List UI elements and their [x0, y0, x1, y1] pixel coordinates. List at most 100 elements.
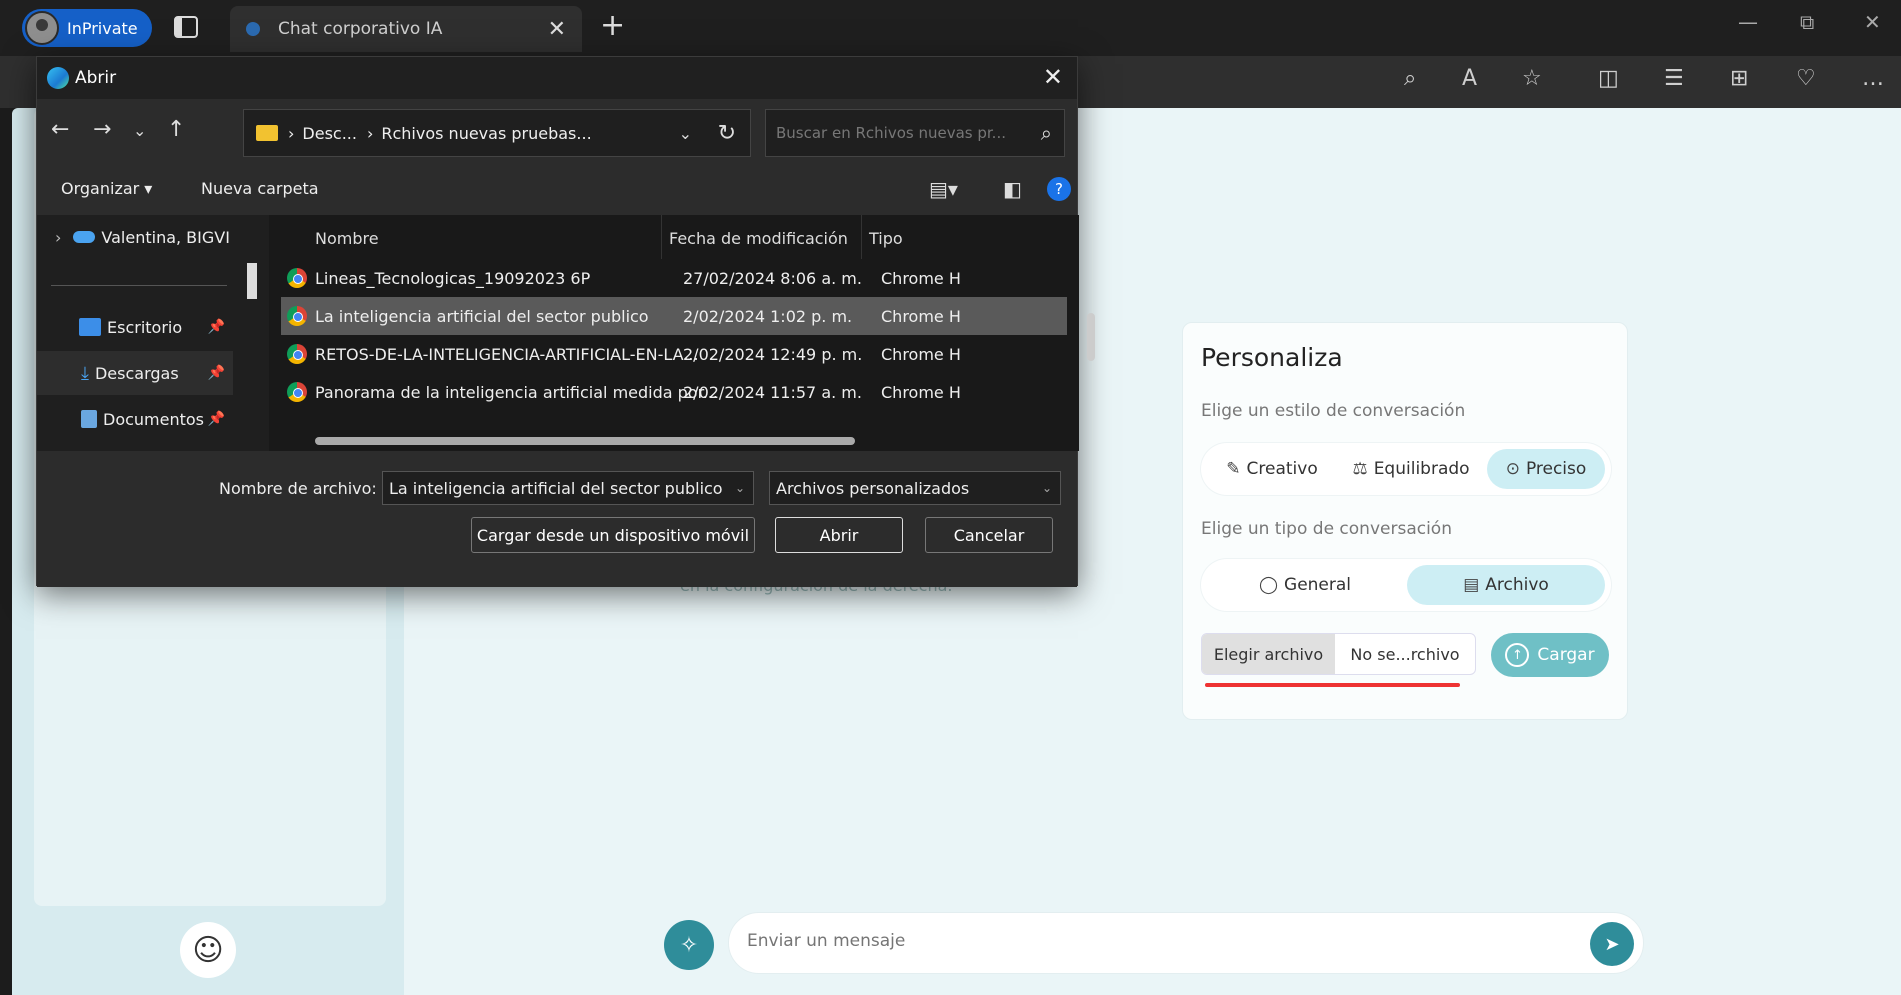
- forward-arrow-icon[interactable]: →: [93, 117, 111, 142]
- upload-label: Cargar: [1537, 645, 1595, 665]
- path-segment-rchivos[interactable]: Rchivos nuevas pruebas...: [381, 124, 591, 143]
- new-folder-button[interactable]: Nueva carpeta: [201, 179, 319, 198]
- browser-essentials-icon[interactable]: ♡: [1796, 66, 1816, 91]
- file-date: 2/02/2024 11:57 a. m.: [683, 383, 862, 402]
- file-row-selected[interactable]: La inteligencia artificial del sector pu…: [281, 297, 1067, 335]
- new-tab-button[interactable]: +: [600, 8, 625, 43]
- message-input[interactable]: [747, 931, 1547, 951]
- pin-icon: 📌: [207, 411, 225, 427]
- chat-bubble-icon: ◯: [1258, 575, 1279, 595]
- type-label: Elige un tipo de conversación: [1201, 519, 1452, 539]
- cancel-button[interactable]: Cancelar: [925, 517, 1053, 553]
- dialog-title: Abrir: [75, 68, 117, 88]
- column-header-date[interactable]: Fecha de modificación: [669, 229, 848, 248]
- personaliza-title: Personaliza: [1201, 343, 1343, 372]
- type-option-archivo[interactable]: ▤ Archivo: [1407, 565, 1605, 605]
- filetype-select[interactable]: Archivos personalizados ⌄: [769, 471, 1061, 505]
- file-type: Chrome H: [881, 345, 961, 364]
- chrome-html-icon: [287, 382, 307, 402]
- path-separator: ›: [366, 123, 374, 143]
- read-aloud-icon[interactable]: A: [1462, 66, 1477, 91]
- filetype-value: Archivos personalizados: [776, 478, 970, 498]
- help-icon[interactable]: ?: [1047, 177, 1071, 201]
- collections-icon[interactable]: ⊞: [1730, 66, 1748, 91]
- preview-pane-icon[interactable]: ◧: [1003, 177, 1022, 201]
- style-option-label: Equilibrado: [1373, 459, 1470, 479]
- avatar: [25, 11, 59, 45]
- up-arrow-icon[interactable]: ↑: [167, 117, 185, 142]
- style-option-preciso[interactable]: ⊙ Preciso: [1487, 449, 1605, 489]
- type-option-general[interactable]: ◯ General: [1207, 565, 1403, 605]
- navigation-pane: › Valentina, BIGVI Escritorio 📌 ⤓ Descar…: [37, 215, 269, 451]
- organize-button[interactable]: Organizar ▾: [61, 179, 152, 198]
- recent-locations-chevron-icon[interactable]: ⌄: [133, 121, 146, 140]
- view-options-icon[interactable]: ▤▾: [929, 177, 958, 201]
- documents-icon: [81, 410, 97, 428]
- favorites-icon[interactable]: ☰: [1664, 66, 1684, 91]
- upload-from-mobile-button[interactable]: Cargar desde un dispositivo móvil: [471, 517, 755, 553]
- path-dropdown-icon[interactable]: ⌄: [679, 124, 692, 143]
- chevron-down-icon[interactable]: ⌄: [735, 481, 745, 495]
- desktop-icon: [79, 318, 101, 336]
- type-selector: ◯ General ▤ Archivo: [1201, 559, 1611, 611]
- dialog-search[interactable]: Buscar en Rchivos nuevas pr... ⌕: [765, 109, 1065, 157]
- choose-file-button[interactable]: Elegir archivo: [1202, 634, 1335, 674]
- chevron-down-icon[interactable]: ⌄: [1042, 481, 1052, 495]
- column-header-type[interactable]: Tipo: [869, 229, 903, 248]
- user-profile-icon[interactable]: ☺: [180, 922, 236, 978]
- inprivate-profile-button[interactable]: InPrivate: [22, 9, 152, 47]
- open-file-dialog: Abrir ✕ ← → ⌄ ↑ › Desc... › Rchivos nuev…: [36, 56, 1095, 587]
- back-arrow-icon[interactable]: ←: [51, 117, 69, 142]
- nav-item-onedrive[interactable]: › Valentina, BIGVI: [37, 215, 233, 259]
- nav-item-descargas[interactable]: ⤓ Descargas 📌: [37, 351, 233, 395]
- file-name: Lineas_Tecnologicas_19092023 6P: [315, 269, 591, 288]
- tab-chat-corporativo[interactable]: Chat corporativo IA ✕: [230, 6, 582, 52]
- nav-scrollbar[interactable]: [247, 263, 257, 299]
- horizontal-scrollbar[interactable]: [315, 437, 855, 445]
- column-header-name[interactable]: Nombre: [315, 229, 379, 248]
- nav-separator: [51, 285, 227, 286]
- path-separator: ›: [288, 123, 295, 143]
- vertical-scrollbar[interactable]: [1087, 313, 1095, 361]
- nav-item-escritorio[interactable]: Escritorio 📌: [37, 305, 233, 349]
- close-window-icon[interactable]: ✕: [1864, 10, 1881, 34]
- clear-chat-broom-icon[interactable]: ✧: [664, 920, 714, 970]
- dialog-commandbar: Organizar ▾ Nueva carpeta ▤▾ ◧: [37, 165, 1077, 215]
- close-tab-icon[interactable]: ✕: [548, 17, 566, 42]
- favicon-icon: [246, 22, 260, 36]
- nav-item-label: Escritorio: [107, 317, 183, 337]
- open-button[interactable]: Abrir: [775, 517, 903, 553]
- chrome-html-icon: [287, 268, 307, 288]
- file-type: Chrome H: [881, 307, 961, 326]
- filename-value: La inteligencia artificial del sector pu…: [389, 478, 723, 498]
- tab-actions-icon[interactable]: [174, 16, 198, 38]
- expand-chevron-icon[interactable]: ›: [55, 228, 61, 247]
- file-input[interactable]: Elegir archivo No se...rchivo: [1201, 633, 1476, 675]
- file-row[interactable]: Panorama de la inteligencia artificial m…: [281, 373, 1067, 411]
- folder-icon: [256, 125, 278, 141]
- favorite-star-icon[interactable]: ☆: [1522, 66, 1542, 91]
- restore-icon[interactable]: ⧉: [1800, 10, 1814, 34]
- split-screen-icon[interactable]: ◫: [1598, 66, 1619, 91]
- filename-input[interactable]: La inteligencia artificial del sector pu…: [382, 471, 754, 505]
- send-icon[interactable]: ➤: [1590, 922, 1634, 966]
- message-box: [728, 912, 1644, 974]
- address-path[interactable]: › Desc... › Rchivos nuevas pruebas... ⌄ …: [243, 109, 751, 157]
- nav-item-documentos[interactable]: Documentos 📌: [37, 397, 233, 441]
- minimize-icon[interactable]: —: [1738, 10, 1758, 34]
- file-row[interactable]: RETOS-DE-LA-INTELIGENCIA-ARTIFICIAL-EN-L…: [281, 335, 1067, 373]
- path-segment-desc[interactable]: Desc...: [302, 124, 357, 143]
- pin-icon: 📌: [207, 319, 225, 335]
- file-row[interactable]: Lineas_Tecnologicas_19092023 6P 27/02/20…: [281, 259, 1067, 297]
- more-menu-icon[interactable]: …: [1862, 66, 1884, 91]
- column-divider: [861, 215, 862, 259]
- nav-item-label: Descargas: [94, 363, 179, 383]
- dialog-close-icon[interactable]: ✕: [1043, 63, 1063, 91]
- style-option-creativo[interactable]: ✎ Creativo: [1207, 449, 1337, 489]
- type-option-label: Archivo: [1485, 575, 1549, 595]
- zoom-icon[interactable]: ⌕: [1404, 66, 1416, 91]
- refresh-icon[interactable]: ↻: [718, 121, 736, 146]
- upload-button[interactable]: ↑ Cargar: [1491, 633, 1609, 677]
- style-option-equilibrado[interactable]: ⚖ Equilibrado: [1341, 449, 1481, 489]
- cloud-icon: [73, 231, 96, 243]
